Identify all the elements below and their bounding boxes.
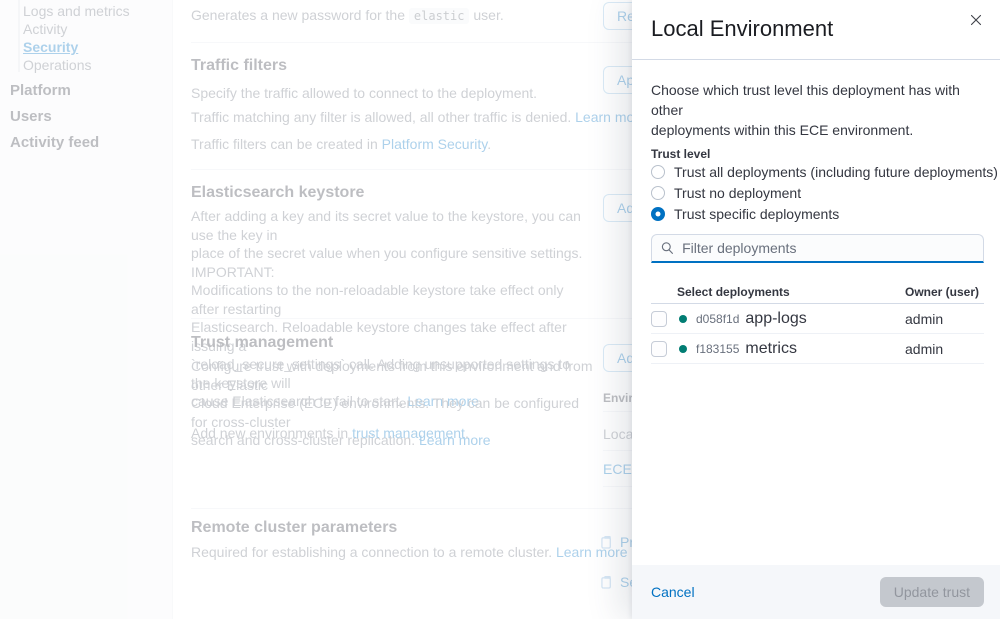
deployment-checkbox[interactable] (651, 311, 667, 327)
health-dot-icon (679, 345, 687, 353)
radio-trust-specific[interactable]: Trust specific deployments (651, 204, 984, 224)
health-dot-icon (679, 315, 687, 323)
radio-icon[interactable] (651, 165, 665, 179)
deployment-row-metrics: f183155 metrics admin (651, 334, 984, 364)
deployments-table: Select deployments Owner (user) d058f1d … (651, 285, 984, 364)
cancel-button[interactable]: Cancel (651, 584, 695, 600)
local-environment-flyout: Local Environment Choose which trust lev… (632, 0, 1000, 619)
radio-trust-none-label: Trust no deployment (674, 185, 801, 201)
radio-trust-none[interactable]: Trust no deployment (651, 183, 984, 203)
flyout-title: Local Environment (651, 16, 833, 42)
search-icon (661, 241, 674, 255)
radio-trust-all[interactable]: Trust all deployments (including future … (651, 162, 984, 182)
radio-icon-selected[interactable] (651, 207, 665, 221)
deployment-owner: admin (905, 341, 943, 357)
filter-deployments-field[interactable] (651, 234, 984, 263)
deployment-id: d058f1d (696, 312, 739, 326)
flyout-description: Choose which trust level this deployment… (651, 80, 984, 140)
deployment-id: f183155 (696, 342, 739, 356)
deployment-owner: admin (905, 311, 943, 327)
update-trust-button[interactable]: Update trust (880, 577, 984, 607)
deployments-table-header: Select deployments Owner (user) (651, 285, 984, 304)
filter-deployments-input[interactable] (682, 240, 974, 256)
deployment-name-link[interactable]: app-logs (745, 310, 806, 328)
radio-trust-specific-label: Trust specific deployments (674, 206, 839, 222)
deployment-name-link[interactable]: metrics (745, 340, 797, 358)
owner-column-header: Owner (user) (905, 285, 979, 299)
deployment-checkbox[interactable] (651, 341, 667, 357)
radio-trust-all-label: Trust all deployments (including future … (674, 164, 998, 180)
screen: Logs and metrics Activity Security Opera… (0, 0, 1000, 619)
flyout-header: Local Environment (632, 0, 1000, 60)
flyout-footer: Cancel Update trust (632, 565, 1000, 619)
trust-level-label: Trust level (651, 147, 984, 161)
flyout-body: Choose which trust level this deployment… (632, 61, 1000, 364)
radio-icon[interactable] (651, 186, 665, 200)
close-icon[interactable] (964, 8, 988, 32)
select-deployments-column-header: Select deployments (677, 285, 790, 299)
deployment-row-app-logs: d058f1d app-logs admin (651, 304, 984, 334)
